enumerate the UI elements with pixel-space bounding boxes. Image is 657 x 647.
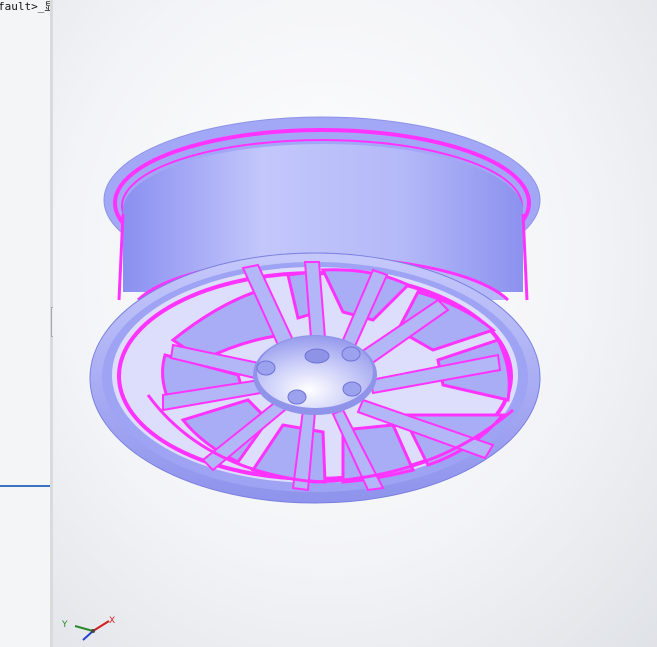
wheel-model-view[interactable]: X Y (53, 0, 657, 647)
center-bore (304, 348, 330, 364)
lug-hole-3 (342, 381, 362, 397)
configuration-label[interactable]: fault>_显 (0, 0, 55, 14)
lug-hole-1 (256, 360, 276, 376)
graphics-viewport[interactable]: X Y (53, 0, 657, 647)
lug-hole-4 (341, 346, 361, 362)
reference-triad: X Y (61, 616, 115, 641)
panel-divider (0, 485, 50, 487)
triad-y-label: Y (61, 620, 68, 630)
triad-x-label: X (109, 616, 115, 626)
lug-hole-2 (287, 389, 307, 405)
feature-manager-panel: fault>_显 (0, 0, 55, 647)
center-hub (253, 335, 377, 415)
